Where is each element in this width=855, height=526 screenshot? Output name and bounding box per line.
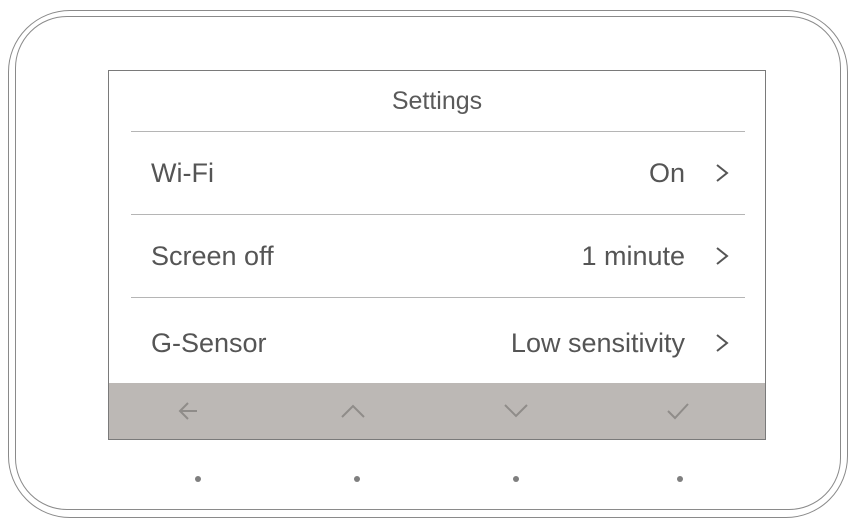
up-button[interactable] xyxy=(293,383,413,439)
physical-button-up[interactable] xyxy=(354,476,360,482)
chevron-right-icon xyxy=(716,247,729,265)
back-arrow-icon xyxy=(178,402,197,420)
settings-item-g-sensor[interactable]: G-Sensor Low sensitivity xyxy=(109,303,765,383)
settings-item-label: G-Sensor xyxy=(151,328,267,358)
chevron-up-icon xyxy=(341,404,365,418)
down-button[interactable] xyxy=(456,383,576,439)
divider xyxy=(131,297,745,298)
settings-item-label: Screen off xyxy=(151,241,274,271)
device-screen: Settings Wi-Fi On Screen off 1 minute G-… xyxy=(108,70,766,440)
settings-item-label: Wi-Fi xyxy=(151,158,214,188)
chevron-right-icon xyxy=(716,334,729,352)
settings-item-value: 1 minute xyxy=(581,241,685,271)
physical-button-down[interactable] xyxy=(513,476,519,482)
chevron-down-icon xyxy=(504,404,528,418)
settings-item-screen-off[interactable]: Screen off 1 minute xyxy=(109,216,765,296)
soft-button-bar xyxy=(109,383,765,439)
physical-button-back[interactable] xyxy=(195,476,201,482)
settings-item-value: Low sensitivity xyxy=(510,328,685,358)
settings-item-wifi[interactable]: Wi-Fi On xyxy=(109,133,765,213)
settings-item-value: On xyxy=(648,158,685,188)
settings-title: Settings xyxy=(391,87,483,115)
physical-button-confirm[interactable] xyxy=(677,476,683,482)
chevron-right-icon xyxy=(716,164,729,182)
confirm-button[interactable] xyxy=(618,383,738,439)
checkmark-icon xyxy=(667,403,689,420)
back-button[interactable] xyxy=(128,383,248,439)
divider xyxy=(131,131,745,132)
divider xyxy=(131,214,745,215)
